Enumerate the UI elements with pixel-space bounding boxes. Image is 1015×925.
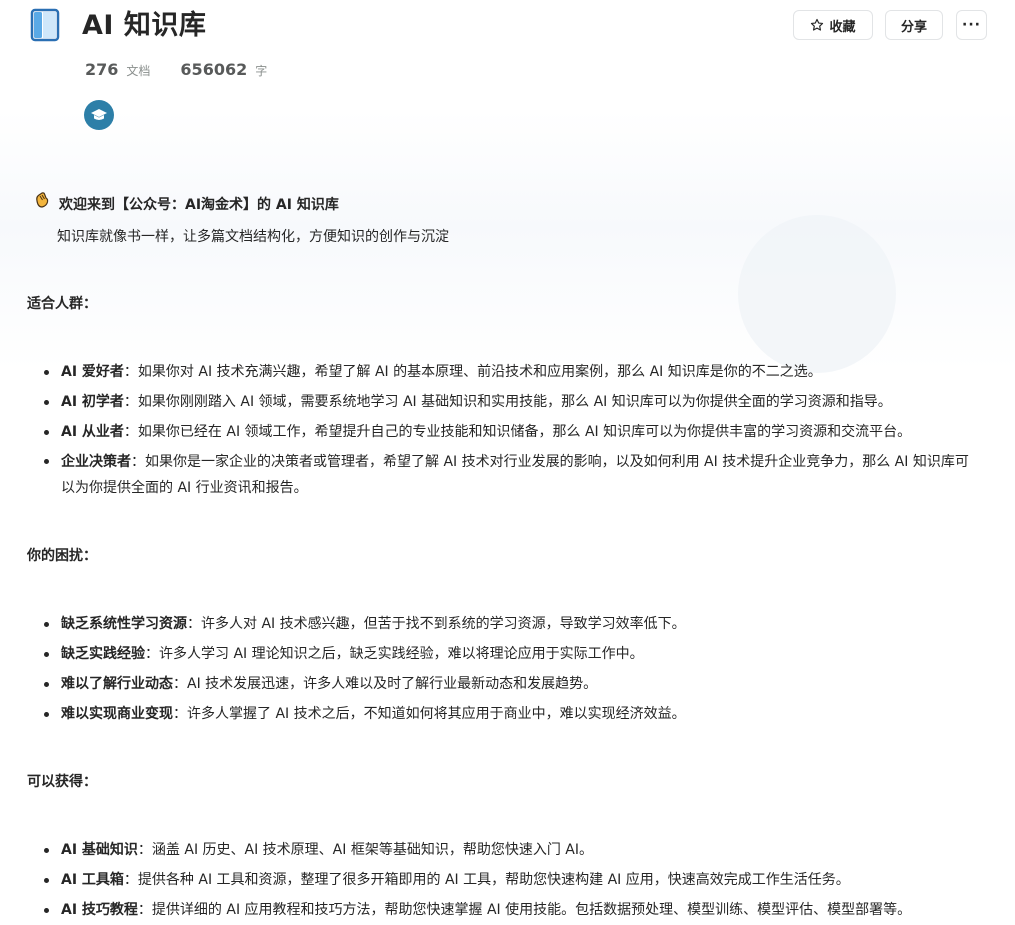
list-item: 缺乏系统性学习资源：许多人对 AI 技术感兴趣，但苦于找不到系统的学习资源，导致… [0, 609, 1015, 639]
list-item-term: 缺乏实践经验 [61, 646, 145, 662]
list-item-desc: ：许多人对 AI 技术感兴趣，但苦于找不到系统的学习资源，导致学习效率低下。 [187, 616, 686, 632]
list-item-desc: ：如果你是一家企业的决策者或管理者，希望了解 AI 技术对行业发展的影响，以及如… [61, 454, 969, 496]
words-count: 656062 [180, 60, 248, 79]
list-item: AI 爱好者：如果你对 AI 技术充满兴趣，希望了解 AI 的基本原理、前沿技术… [0, 357, 1015, 387]
more-button[interactable]: ··· [956, 10, 987, 40]
list-item-desc: ：提供详细的 AI 应用教程和技巧方法，帮助您快速掌握 AI 使用技能。包括数据… [137, 902, 912, 918]
star-icon [811, 18, 824, 31]
docs-count: 276 [85, 60, 119, 79]
favorite-button[interactable]: 收藏 [793, 10, 873, 40]
waving-hand-icon [33, 191, 51, 217]
page-title: AI 知识库 [82, 10, 207, 41]
list-item: AI 工具箱：提供各种 AI 工具和资源，整理了很多开箱即用的 AI 工具，帮助… [0, 865, 1015, 895]
knowledge-base-stats: 276 文档 656062 字 [85, 58, 267, 82]
list-item-term: AI 基础知识 [61, 842, 138, 858]
list-item-desc: ：如果你对 AI 技术充满兴趣，希望了解 AI 的基本原理、前沿技术和应用案例，… [123, 364, 822, 380]
share-button[interactable]: 分享 [885, 10, 943, 40]
list-item-desc: ：许多人掌握了 AI 技术之后，不知道如何将其应用于商业中，难以实现经济效益。 [173, 706, 686, 722]
list-item-desc: ：许多人学习 AI 理论知识之后，缺乏实践经验，难以将理论应用于实际工作中。 [145, 646, 644, 662]
list-item-term: AI 爱好者 [61, 364, 124, 380]
welcome-heading: 欢迎来到【公众号：AI淘金术】的 AI 知识库 [33, 191, 339, 215]
list-item-term: AI 技巧教程 [61, 902, 138, 918]
more-icon: ··· [962, 17, 981, 33]
list-item: 缺乏实践经验：许多人学习 AI 理论知识之后，缺乏实践经验，难以将理论应用于实际… [0, 639, 1015, 669]
list-item-term: 难以实现商业变现 [61, 706, 173, 722]
list-item-term: 企业决策者 [61, 454, 131, 470]
list-item-desc: ：如果你已经在 AI 领域工作，希望提升自己的专业技能和知识储备，那么 AI 知… [123, 424, 912, 440]
list-item: AI 初学者：如果你刚刚踏入 AI 领域，需要系统地学习 AI 基础知识和实用技… [0, 387, 1015, 417]
favorite-label: 收藏 [829, 19, 856, 35]
benefits-list: AI 基础知识：涵盖 AI 历史、AI 技术原理、AI 框架等基础知识，帮助您快… [0, 835, 1015, 925]
page-header: AI 知识库 276 文档 656062 字 收藏 分享 ··· [0, 0, 1015, 140]
list-item-desc: ：如果你刚刚踏入 AI 领域，需要系统地学习 AI 基础知识和实用技能，那么 A… [123, 394, 892, 410]
list-item-term: AI 工具箱 [61, 872, 124, 888]
list-item: 企业决策者：如果你是一家企业的决策者或管理者，希望了解 AI 技术对行业发展的影… [0, 447, 1015, 503]
list-item: 难以了解行业动态：AI 技术发展迅速，许多人难以及时了解行业最新动态和发展趋势。 [0, 669, 1015, 699]
list-item: AI 从业者：如果你已经在 AI 领域工作，希望提升自己的专业技能和知识储备，那… [0, 417, 1015, 447]
welcome-text: 欢迎来到【公众号：AI淘金术】的 AI 知识库 [59, 197, 339, 213]
words-unit: 字 [255, 64, 268, 78]
list-item-term: 缺乏系统性学习资源 [61, 616, 187, 632]
audience-list: AI 爱好者：如果你对 AI 技术充满兴趣，希望了解 AI 的基本原理、前沿技术… [0, 357, 1015, 503]
list-item: AI 基础知识：涵盖 AI 历史、AI 技术原理、AI 框架等基础知识，帮助您快… [0, 835, 1015, 865]
list-item-desc: ：涵盖 AI 历史、AI 技术原理、AI 框架等基础知识，帮助您快速入门 AI。 [137, 842, 593, 858]
list-item-term: 难以了解行业动态 [61, 676, 173, 692]
book-icon [30, 8, 62, 42]
docs-unit: 文档 [126, 64, 151, 78]
list-item-term: AI 初学者 [61, 394, 124, 410]
section-title-audience: 适合人群： [27, 296, 97, 312]
background-decoration [738, 215, 896, 373]
intro-text: 知识库就像书一样，让多篇文档结构化，方便知识的创作与沉淀 [57, 229, 449, 245]
graduation-cap-icon[interactable] [84, 100, 114, 130]
section-title-benefits: 可以获得： [27, 774, 97, 790]
list-item: 难以实现商业变现：许多人掌握了 AI 技术之后，不知道如何将其应用于商业中，难以… [0, 699, 1015, 729]
share-label: 分享 [900, 19, 927, 35]
problems-list: 缺乏系统性学习资源：许多人对 AI 技术感兴趣，但苦于找不到系统的学习资源，导致… [0, 609, 1015, 729]
section-title-problems: 你的困扰： [27, 548, 97, 564]
list-item-desc: ：AI 技术发展迅速，许多人难以及时了解行业最新动态和发展趋势。 [173, 676, 598, 692]
list-item-term: AI 从业者 [61, 424, 124, 440]
list-item-desc: ：提供各种 AI 工具和资源，整理了很多开箱即用的 AI 工具，帮助您快速构建 … [123, 872, 850, 888]
